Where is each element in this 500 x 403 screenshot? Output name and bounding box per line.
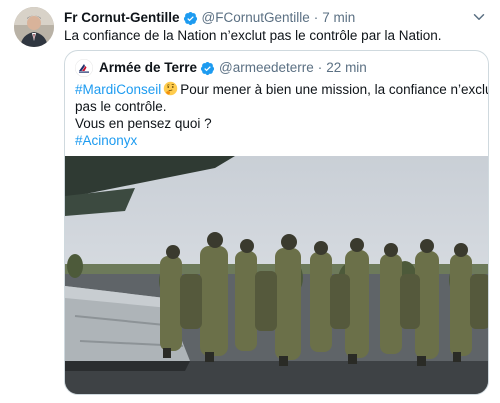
quoted-author-name[interactable]: Armée de Terre [99,59,197,77]
quoted-separator-dot: · [317,60,323,75]
quoted-author-handle[interactable]: @armeedeterre [219,59,314,77]
quoted-author-avatar[interactable] [75,59,93,77]
quoted-tweet-text: #MardiConseil Pour mener à bien une miss… [75,81,488,149]
quoted-media-photo[interactable] [65,156,488,394]
author-name[interactable]: Fr Cornut-Gentille [64,9,180,27]
tweet-text: La confiance de la Nation n’exclut pas l… [64,28,442,43]
tweet-card[interactable]: Fr Cornut-Gentille @FCornutGentille · 7 … [0,0,500,403]
author-handle[interactable]: @FCornutGentille [202,9,310,27]
tweet-timestamp[interactable]: 7 min [322,9,355,27]
quoted-tweet[interactable]: Armée de Terre @armeedeterre · 22 min #M… [64,50,489,395]
thinking-face-emoji-icon [164,81,178,96]
quoted-text-line-3: Vous en pensez quoi ? [75,116,212,131]
hashtag-acinonyx[interactable]: #Acinonyx [75,132,475,149]
verified-badge-icon [183,11,197,25]
quoted-verified-badge-icon [200,61,215,75]
tweet-header: Fr Cornut-Gentille @FCornutGentille · 7 … [64,9,355,27]
quoted-text-line-1: #MardiConseil Pour mener à bien une miss… [75,81,488,98]
hashtag-mardiconseil[interactable]: #MardiConseil [75,82,161,97]
more-options-chevron-icon[interactable] [470,8,488,26]
quoted-text-line-1-rest: Pour mener à bien une mission, la confia… [180,82,489,97]
quoted-tweet-header: Armée de Terre @armeedeterre · 22 min [75,59,367,77]
quoted-text-line-2: pas le contrôle. [75,99,167,114]
author-avatar[interactable] [14,7,54,47]
separator-dot: · [313,10,319,25]
quoted-timestamp[interactable]: 22 min [326,59,367,77]
